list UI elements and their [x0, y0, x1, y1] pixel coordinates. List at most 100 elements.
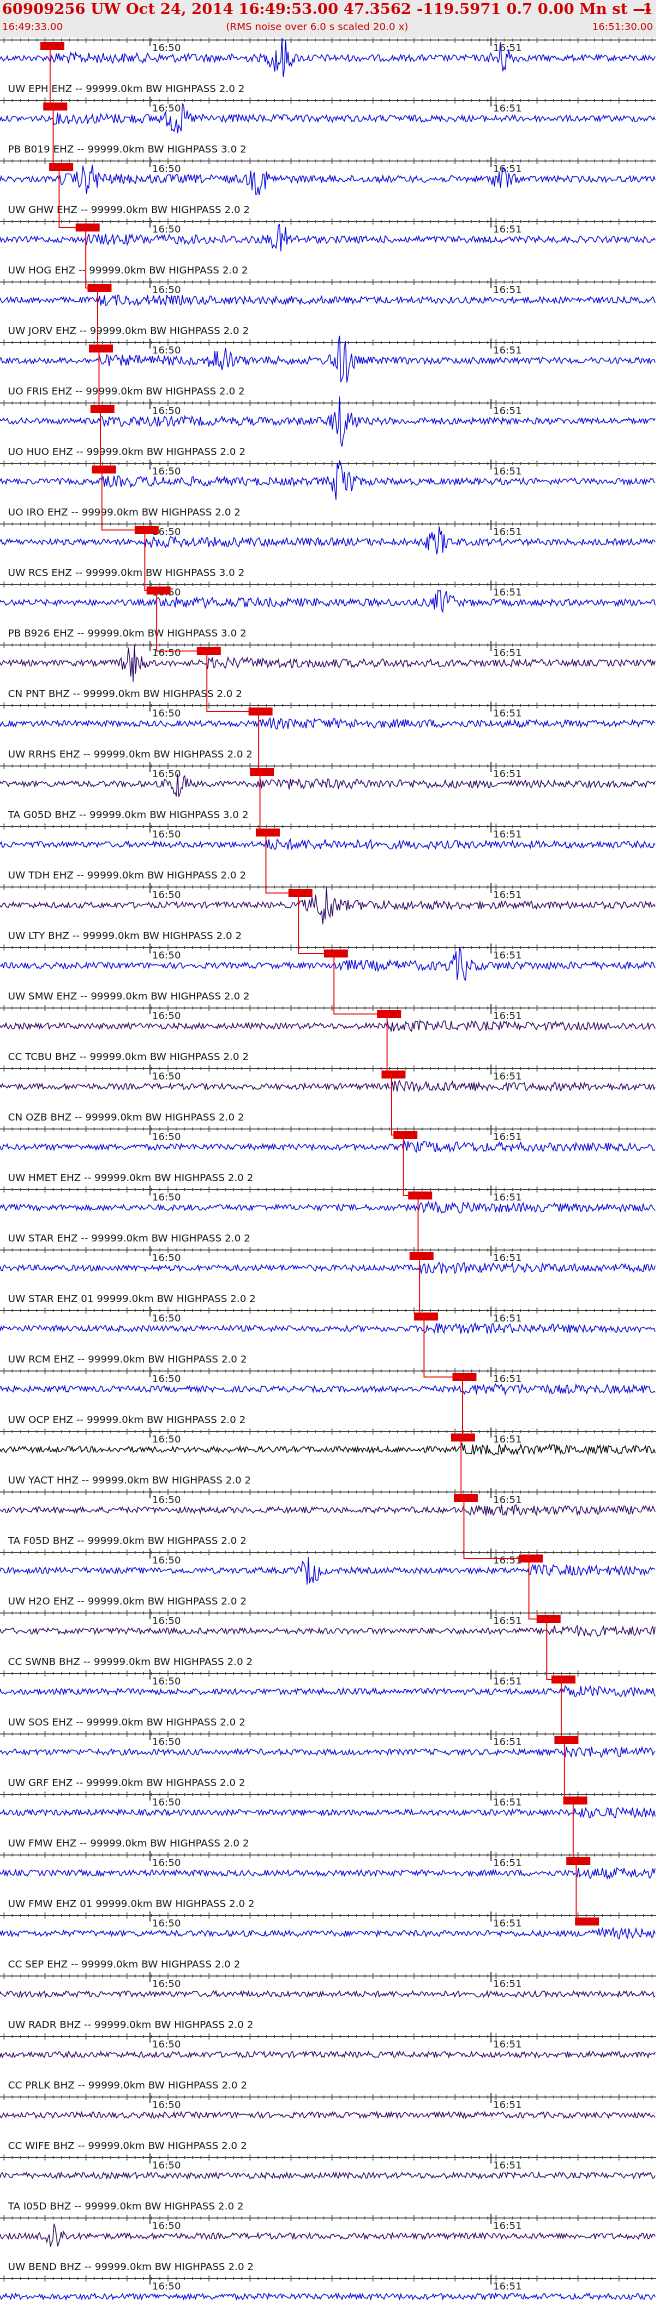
station-label: UW OCP EHZ -- 99999.0km BW HIGHPASS 2.0 … — [8, 1415, 246, 1426]
station-label: UO HUO EHZ -- 99999.0km BW HIGHPASS 2.0 … — [8, 447, 245, 458]
waveform-trace — [0, 294, 656, 307]
station-label: UW LTY BHZ -- 99999.0km BW HIGHPASS 2.0 … — [8, 931, 242, 942]
tick-label: 16:51 — [493, 1072, 522, 1083]
tick-label: 16:51 — [493, 2040, 522, 2051]
station-label: TA F05D BHZ -- 99999.0km BW HIGHPASS 2.0… — [7, 1536, 246, 1547]
waveform-trace — [0, 2049, 656, 2059]
tick-label: 16:51 — [493, 225, 522, 236]
tick-label: 16:50 — [152, 406, 181, 417]
tick-label: 16:50 — [152, 225, 181, 236]
station-label: UW EPH EHZ -- 99999.0km BW HIGHPASS 2.0 … — [8, 84, 245, 95]
station-label: UO IRO EHZ -- 99999.0km BW HIGHPASS 2.0 … — [8, 508, 241, 519]
station-label: CC PRLK BHZ -- 99999.0km BW HIGHPASS 2.0… — [8, 2081, 247, 2092]
tick-label: 16:50 — [152, 1677, 181, 1688]
pick-marker — [43, 102, 68, 111]
station-label: UW JORV EHZ -- 99999.0km BW HIGHPASS 2.0… — [8, 326, 249, 337]
tick-label: 16:51 — [493, 1193, 522, 1204]
waveform-trace — [0, 773, 656, 798]
station-label: UW FMW EHZ 01 99999.0km BW HIGHPASS 2.0 … — [8, 1899, 255, 1910]
station-label: CC WIFE BHZ -- 99999.0km BW HIGHPASS 2.0… — [8, 2141, 247, 2152]
tick-label: 16:50 — [152, 2282, 181, 2293]
tick-label: 16:51 — [493, 2282, 522, 2293]
waveform-trace — [0, 2110, 656, 2120]
tick-label: 16:50 — [152, 164, 181, 175]
event-title: 60909256 UW Oct 24, 2014 16:49:53.00 47.… — [2, 0, 656, 18]
seismogram-plot: 16:50 16:51 UW EPH EHZ -- 99999.0km BW HIG… — [0, 38, 656, 2301]
event-index-tag: -1 — [636, 0, 653, 18]
tick-label: 16:50 — [152, 467, 181, 478]
station-label: UW YACT HHZ -- 99999.0km BW HIGHPASS 2.0… — [8, 1476, 251, 1487]
tick-label: 16:50 — [152, 1556, 181, 1567]
pick-marker — [453, 1494, 478, 1502]
waveform-trace — [0, 1926, 656, 1940]
waveform-trace — [0, 1745, 656, 1759]
tick-label: 16:51 — [493, 43, 522, 54]
tick-label: 16:51 — [493, 1616, 522, 1627]
tick-label: 16:50 — [152, 1919, 181, 1930]
tick-label: 16:50 — [152, 1858, 181, 1869]
waveform-trace — [0, 1140, 656, 1154]
tick-label: 16:51 — [493, 890, 522, 901]
tick-label: 16:51 — [493, 1919, 522, 1930]
tick-label: 16:51 — [493, 1374, 522, 1385]
station-label: UW H2O EHZ -- 99999.0km BW HIGHPASS 2.0 … — [8, 1597, 247, 1608]
waveform-trace — [0, 1989, 656, 1999]
station-label: UW BEND BHZ -- 99999.0km BW HIGHPASS 2.0… — [8, 2262, 254, 2273]
tick-label: 16:50 — [152, 346, 181, 357]
tick-label: 16:50 — [152, 1495, 181, 1506]
tick-label: 16:51 — [493, 1737, 522, 1748]
tick-label: 16:51 — [493, 2161, 522, 2172]
station-label: CN OZB BHZ -- 99999.0km BW HIGHPASS 2.0 … — [8, 1113, 244, 1124]
tick-label: 16:50 — [152, 1435, 181, 1446]
station-label: UW TDH EHZ -- 99999.0km BW HIGHPASS 2.0 … — [8, 871, 246, 882]
tick-label: 16:51 — [493, 1798, 522, 1809]
station-label: UW HMET EHZ -- 99999.0km BW HIGHPASS 2.0… — [8, 1173, 253, 1184]
station-label: PB B019 EHZ -- 99999.0km BW HIGHPASS 3.0… — [8, 145, 246, 156]
station-label: UW RCM EHZ -- 99999.0km BW HIGHPASS 2.0 … — [8, 1355, 247, 1366]
tick-label: 16:50 — [152, 2221, 181, 2232]
waveform-trace — [0, 1321, 656, 1335]
tick-label: 16:50 — [152, 43, 181, 54]
waveform-trace — [0, 717, 656, 730]
tick-label: 16:50 — [152, 1374, 181, 1385]
waveform-trace — [0, 644, 656, 682]
tick-label: 16:50 — [152, 1798, 181, 1809]
start-time-label: 16:49:33.00 — [2, 22, 63, 33]
waveform-trace — [0, 38, 656, 78]
tick-label: 16:51 — [493, 769, 522, 780]
end-time-label: 16:51:30.00 — [592, 22, 653, 33]
tick-label: 16:50 — [152, 2161, 181, 2172]
tick-label: 16:50 — [152, 1193, 181, 1204]
tick-label: 16:51 — [493, 1314, 522, 1325]
tick-label: 16:50 — [152, 285, 181, 296]
pick-marker — [49, 163, 74, 171]
pick-marker — [381, 1070, 406, 1079]
waveform-trace — [0, 1806, 656, 1819]
tick-label: 16:50 — [152, 1616, 181, 1627]
tick-label: 16:51 — [493, 1253, 522, 1264]
waveform-trace — [0, 2292, 656, 2301]
waveform-trace — [0, 1504, 656, 1517]
waveform-trace — [0, 102, 656, 134]
tick-label: 16:51 — [493, 1677, 522, 1688]
tick-label: 16:51 — [493, 830, 522, 841]
station-label: CC SWNB BHZ -- 99999.0km BW HIGHPASS 2.0… — [8, 1657, 253, 1668]
tick-label: 16:50 — [152, 1011, 181, 1022]
tick-label: 16:51 — [493, 2100, 522, 2111]
station-label: PB B926 EHZ -- 99999.0km BW HIGHPASS 3.0… — [8, 629, 246, 640]
waveform-trace — [0, 2170, 656, 2180]
pick-marker — [414, 1312, 439, 1321]
tick-label: 16:50 — [152, 1132, 181, 1143]
station-label: TA G05D BHZ -- 99999.0km BW HIGHPASS 3.0… — [7, 810, 248, 821]
tick-label: 16:50 — [152, 769, 181, 780]
tick-label: 16:50 — [152, 951, 181, 962]
tick-label: 16:51 — [493, 709, 522, 720]
tick-label: 16:51 — [493, 1132, 522, 1143]
station-label: UW STAR EHZ -- 99999.0km BW HIGHPASS 2.0… — [8, 1234, 250, 1245]
tick-label: 16:50 — [152, 1314, 181, 1325]
tick-label: 16:51 — [493, 104, 522, 115]
waveform-trace — [0, 2223, 656, 2247]
tick-label: 16:51 — [493, 1011, 522, 1022]
tick-label: 16:50 — [152, 709, 181, 720]
pick-marker — [566, 1857, 591, 1865]
